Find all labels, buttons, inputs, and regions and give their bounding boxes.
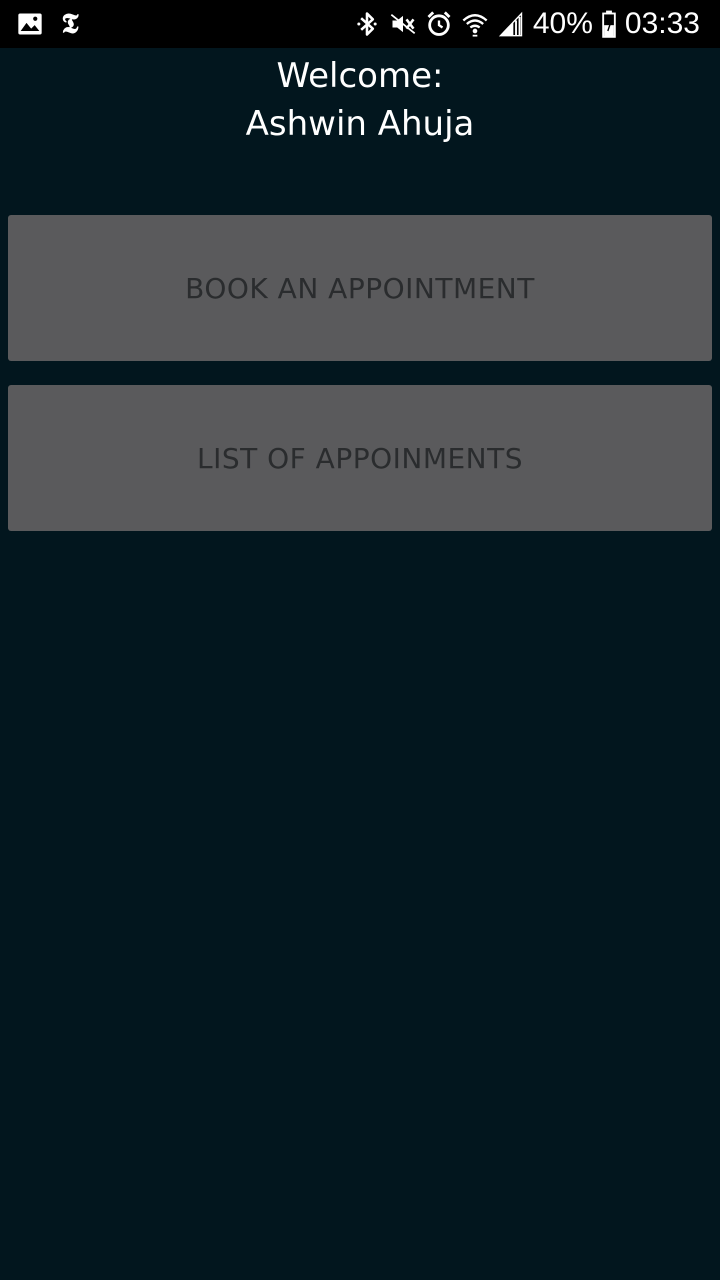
welcome-header: Welcome: Ashwin Ahuja [0, 52, 720, 148]
status-right: 40% 03:33 [353, 8, 700, 40]
gallery-icon [16, 10, 44, 38]
status-bar: 𝕿 40% 03:33 [0, 0, 720, 48]
app-screen: 𝕿 40% 03:33 Welcome: Ashwin Ahuja BOOK A… [0, 0, 720, 1280]
nyt-icon: 𝕿 [61, 7, 79, 40]
bluetooth-icon [353, 10, 381, 38]
clock: 03:33 [624, 7, 700, 40]
list-appointments-button[interactable]: LIST OF APPOINMENTS [8, 385, 712, 531]
battery-icon [601, 10, 617, 38]
welcome-label: Welcome: [276, 56, 444, 96]
signal-icon [497, 10, 525, 38]
wifi-icon [461, 10, 489, 38]
book-appointment-button[interactable]: BOOK AN APPOINTMENT [8, 215, 712, 361]
mute-vibrate-icon [389, 10, 417, 38]
alarm-icon [425, 10, 453, 38]
battery-percent: 40% [532, 7, 593, 40]
user-name: Ashwin Ahuja [245, 104, 475, 144]
status-left: 𝕿 [16, 8, 84, 40]
